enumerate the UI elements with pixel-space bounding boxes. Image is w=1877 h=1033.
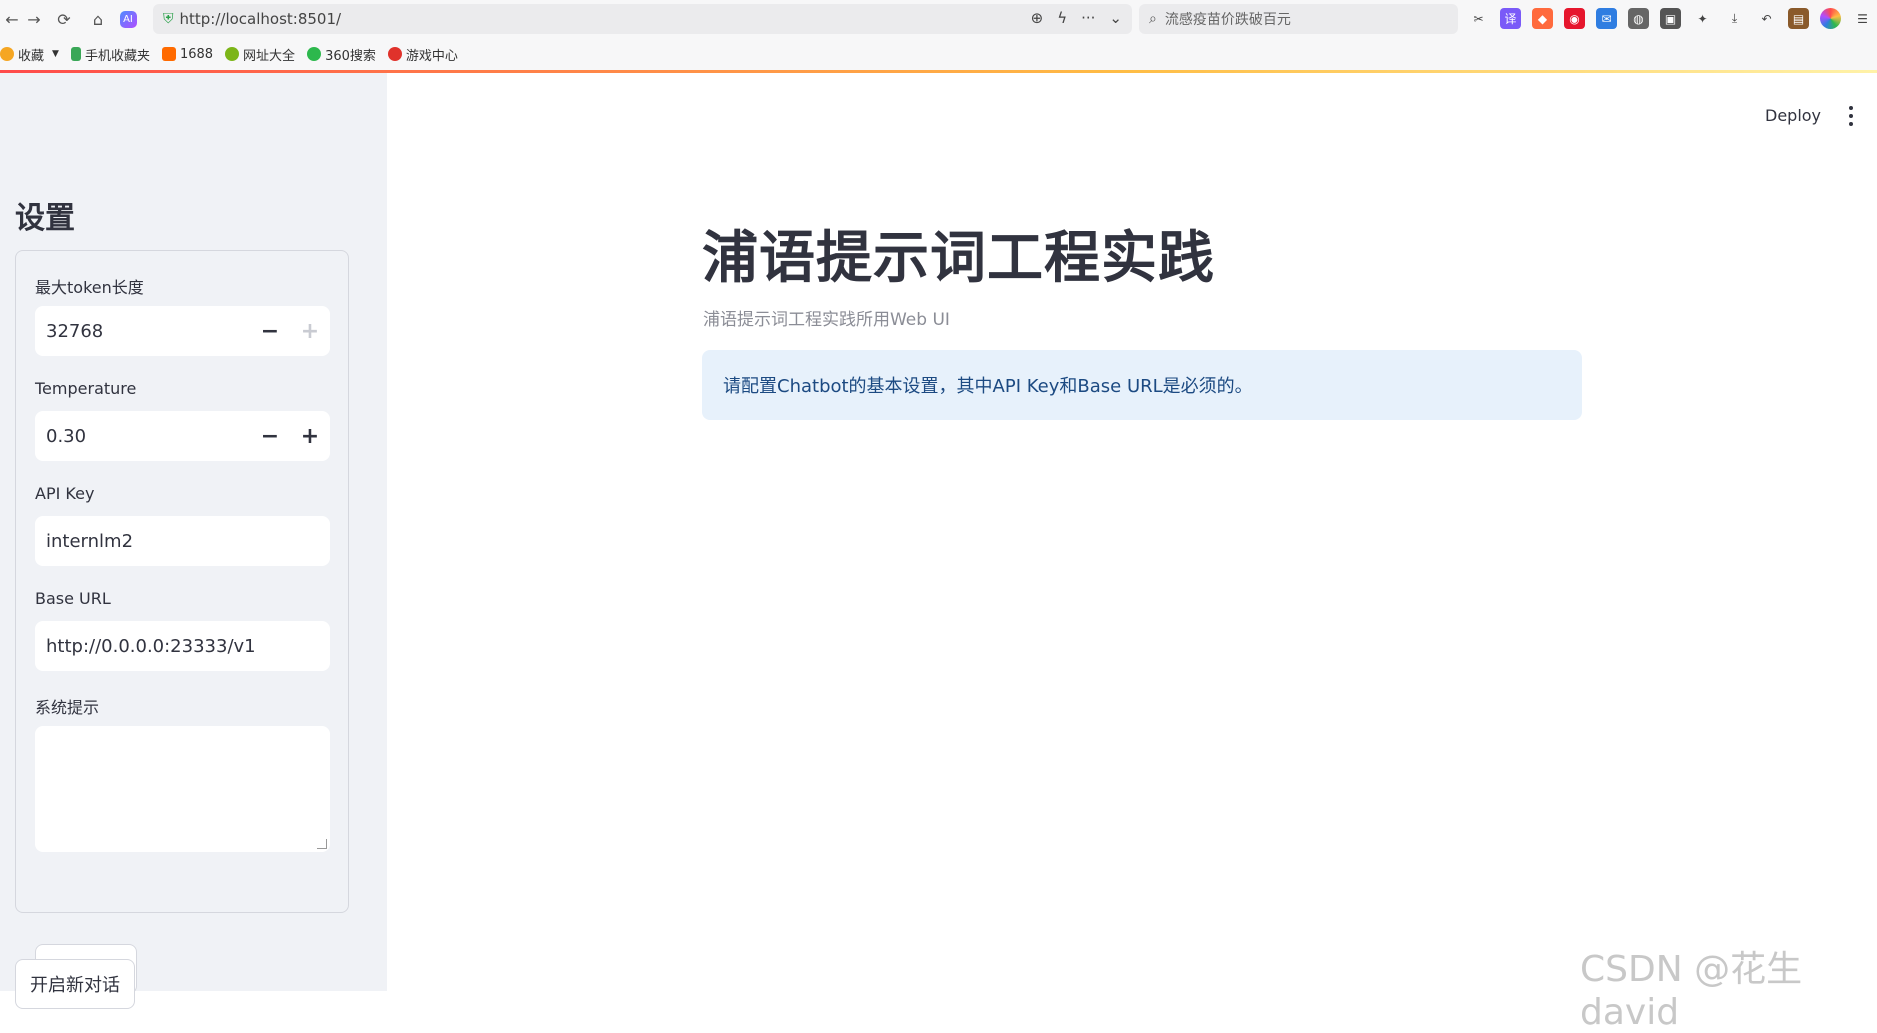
weibo-icon[interactable]: ◉ bbox=[1564, 8, 1585, 29]
bookmark-favorites-label: 收藏 bbox=[18, 48, 45, 64]
zoom-icon[interactable]: ⊕ bbox=[1031, 9, 1044, 27]
more-icon[interactable]: ··· bbox=[1081, 9, 1095, 27]
search-icon: ⌕ bbox=[1149, 11, 1157, 27]
browser-toolbar: ← → ⟳ ⌂ AI ⛨ http://localhost:8501/ ⊕ ϟ … bbox=[0, 0, 1877, 38]
bookmark-mobile[interactable]: 手机收藏夹 bbox=[70, 45, 150, 64]
star-icon bbox=[0, 47, 14, 61]
window-icon[interactable]: ▣ bbox=[1660, 8, 1681, 29]
bookmark-1688[interactable]: 1688 bbox=[161, 46, 214, 62]
info-alert: 请配置Chatbot的基本设置，其中API Key和Base URL是必须的。 bbox=[702, 350, 1582, 420]
search-placeholder: 流感疫苗价跌破百元 bbox=[1164, 12, 1291, 28]
shield-icon[interactable]: ◍ bbox=[1628, 8, 1649, 29]
bookmark-favorites[interactable]: 收藏 ▼ bbox=[0, 45, 59, 64]
base-url-input[interactable]: http://0.0.0.0:23333/v1 bbox=[35, 621, 330, 671]
bookmark-games[interactable]: 游戏中心 bbox=[387, 45, 458, 64]
mail-icon[interactable]: ✉ bbox=[1596, 8, 1617, 29]
info-alert-text: 请配置Chatbot的基本设置，其中API Key和Base URL是必须的。 bbox=[723, 376, 1253, 397]
deploy-button[interactable]: Deploy bbox=[1765, 106, 1821, 125]
temperature-decrement-button[interactable]: − bbox=[250, 411, 290, 461]
caret-down-icon[interactable]: ▼ bbox=[52, 49, 59, 59]
bookmark-360search-label: 360搜索 bbox=[325, 48, 376, 64]
address-bar[interactable]: ⛨ http://localhost:8501/ ⊕ ϟ ··· ⌄ bbox=[153, 4, 1132, 34]
undo-icon[interactable]: ↶ bbox=[1756, 8, 1777, 29]
hao-icon bbox=[225, 47, 240, 61]
max-token-decrement-button[interactable]: − bbox=[250, 306, 290, 356]
temperature-increment-button[interactable]: + bbox=[290, 411, 330, 461]
system-prompt-textarea[interactable] bbox=[35, 726, 330, 852]
max-token-label: 最大token长度 bbox=[35, 278, 144, 297]
new-chat-button[interactable]: 开启新对话 bbox=[15, 959, 135, 1009]
reload-icon[interactable]: ⟳ bbox=[52, 7, 76, 31]
scissors-icon[interactable]: ✂ bbox=[1468, 8, 1489, 29]
extension-icons: ✂ 译 ◆ ◉ ✉ ◍ ▣ ✦ ⤓ ↶ ▤ ☰ bbox=[1468, 8, 1873, 29]
watermark: CSDN @花生david bbox=[1580, 949, 1803, 1033]
max-token-increment-button[interactable]: + bbox=[290, 306, 330, 356]
max-token-input[interactable]: 32768 − + bbox=[35, 306, 330, 356]
flash-icon[interactable]: ϟ bbox=[1057, 9, 1067, 27]
bookmark-1688-label: 1688 bbox=[179, 46, 214, 62]
bookmark-360search[interactable]: 360搜索 bbox=[307, 45, 376, 64]
home-icon[interactable]: ⌂ bbox=[86, 7, 110, 31]
puzzle-icon[interactable]: ✦ bbox=[1692, 8, 1713, 29]
download-icon[interactable]: ⤓ bbox=[1724, 8, 1745, 29]
sidebar: 设置 最大token长度 32768 − + Temperature 0.30 … bbox=[0, 73, 387, 1009]
base-url-label: Base URL bbox=[35, 589, 111, 608]
bookmark-hao-label: 网址大全 bbox=[243, 48, 296, 64]
bookmark-games-label: 游戏中心 bbox=[405, 48, 458, 64]
back-icon[interactable]: ← bbox=[0, 7, 24, 31]
api-key-input[interactable]: internlm2 bbox=[35, 516, 330, 566]
briefcase-icon[interactable]: ▤ bbox=[1788, 8, 1809, 29]
1688-icon bbox=[161, 47, 176, 61]
bookmark-mobile-label: 手机收藏夹 bbox=[84, 48, 150, 64]
bookmarks-bar: 收藏 ▼ 手机收藏夹 1688 网址大全 360搜索 游戏中心 bbox=[0, 38, 1877, 70]
secure-shield-icon: ⛨ bbox=[163, 11, 174, 27]
ai-icon[interactable]: AI bbox=[116, 7, 140, 31]
main-menu-icon[interactable] bbox=[1843, 104, 1859, 128]
translate-icon[interactable]: 译 bbox=[1500, 8, 1521, 29]
phone-icon bbox=[70, 47, 81, 61]
api-key-label: API Key bbox=[35, 484, 95, 503]
360-icon bbox=[307, 47, 322, 61]
game-icon[interactable]: ◆ bbox=[1532, 8, 1553, 29]
settings-form: 最大token长度 32768 − + Temperature 0.30 − +… bbox=[15, 250, 349, 994]
avatar-icon[interactable] bbox=[1820, 8, 1841, 29]
sidebar-title: 设置 bbox=[15, 201, 75, 236]
temperature-label: Temperature bbox=[35, 379, 137, 398]
temperature-input[interactable]: 0.30 − + bbox=[35, 411, 330, 461]
menu-icon[interactable]: ☰ bbox=[1852, 8, 1873, 29]
temperature-value[interactable]: 0.30 bbox=[35, 426, 250, 447]
address-url: http://localhost:8501/ bbox=[179, 10, 342, 28]
max-token-value[interactable]: 32768 bbox=[35, 321, 250, 342]
system-prompt-label: 系统提示 bbox=[35, 698, 100, 717]
page-title: 浦语提示词工程实践 bbox=[702, 226, 1215, 291]
page-caption: 浦语提示词工程实践所用Web UI bbox=[703, 310, 950, 330]
dropdown-icon[interactable]: ⌄ bbox=[1109, 9, 1122, 27]
browser-search-box[interactable]: ⌕ 流感疫苗价跌破百元 bbox=[1139, 4, 1458, 34]
forward-icon[interactable]: → bbox=[22, 7, 46, 31]
games-icon bbox=[387, 47, 402, 61]
resize-grip-icon[interactable] bbox=[317, 839, 327, 849]
bookmark-hao[interactable]: 网址大全 bbox=[225, 45, 295, 64]
